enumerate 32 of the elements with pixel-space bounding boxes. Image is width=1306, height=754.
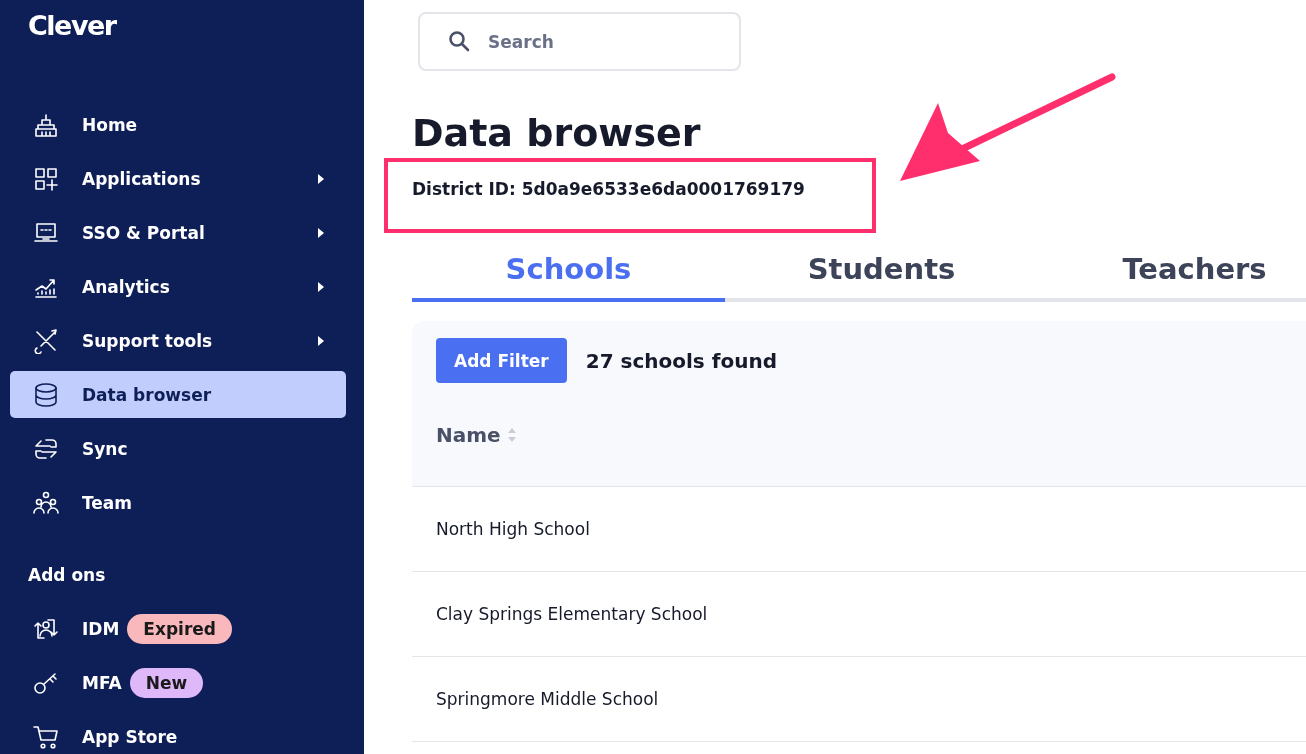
team-icon (33, 489, 59, 516)
tab[interactable]: Teachers (1038, 251, 1306, 302)
page-title: Data browser (412, 111, 702, 155)
status-badge: Expired (127, 613, 233, 644)
result-count: 27 schools found (585, 348, 777, 373)
sidebar-item[interactable]: IDM Expired (10, 605, 346, 652)
section-heading: Add ons (28, 565, 107, 585)
cart-icon (33, 723, 59, 750)
table-cell: Springmore Middle School (436, 689, 659, 709)
column-header[interactable]: Name (436, 422, 501, 447)
sidebar-item[interactable]: Sync (10, 425, 346, 472)
sidebar-item[interactable]: Support tools (10, 317, 346, 364)
sidebar-item[interactable]: SSO & Portal (10, 209, 346, 256)
apps-icon (33, 165, 59, 192)
district-id: District ID: 5d0a9e6533e6da0001769179 (412, 179, 805, 199)
add-filter-button[interactable]: Add Filter (436, 338, 567, 383)
table-cell: Clay Springs Elementary School (436, 604, 708, 624)
tab[interactable]: Schools (412, 251, 725, 302)
sidebar-item[interactable]: Applications (10, 155, 346, 202)
school-icon (33, 111, 59, 138)
sidebar-item[interactable]: Data browser (10, 371, 346, 418)
sidebar-item[interactable]: MFA New (10, 659, 346, 706)
search-field[interactable]: Search (418, 12, 741, 71)
logo: Clever (28, 10, 118, 41)
sidebar-item[interactable]: Home (10, 101, 346, 148)
sidebar-item[interactable]: App Store (10, 713, 346, 754)
sidebar-item[interactable]: Team (10, 479, 346, 526)
sidebar-item[interactable]: Analytics (10, 263, 346, 310)
table-cell: North High School (436, 519, 590, 539)
status-badge: New (129, 667, 204, 698)
database-icon (33, 381, 59, 408)
tab[interactable]: Students (725, 251, 1038, 302)
